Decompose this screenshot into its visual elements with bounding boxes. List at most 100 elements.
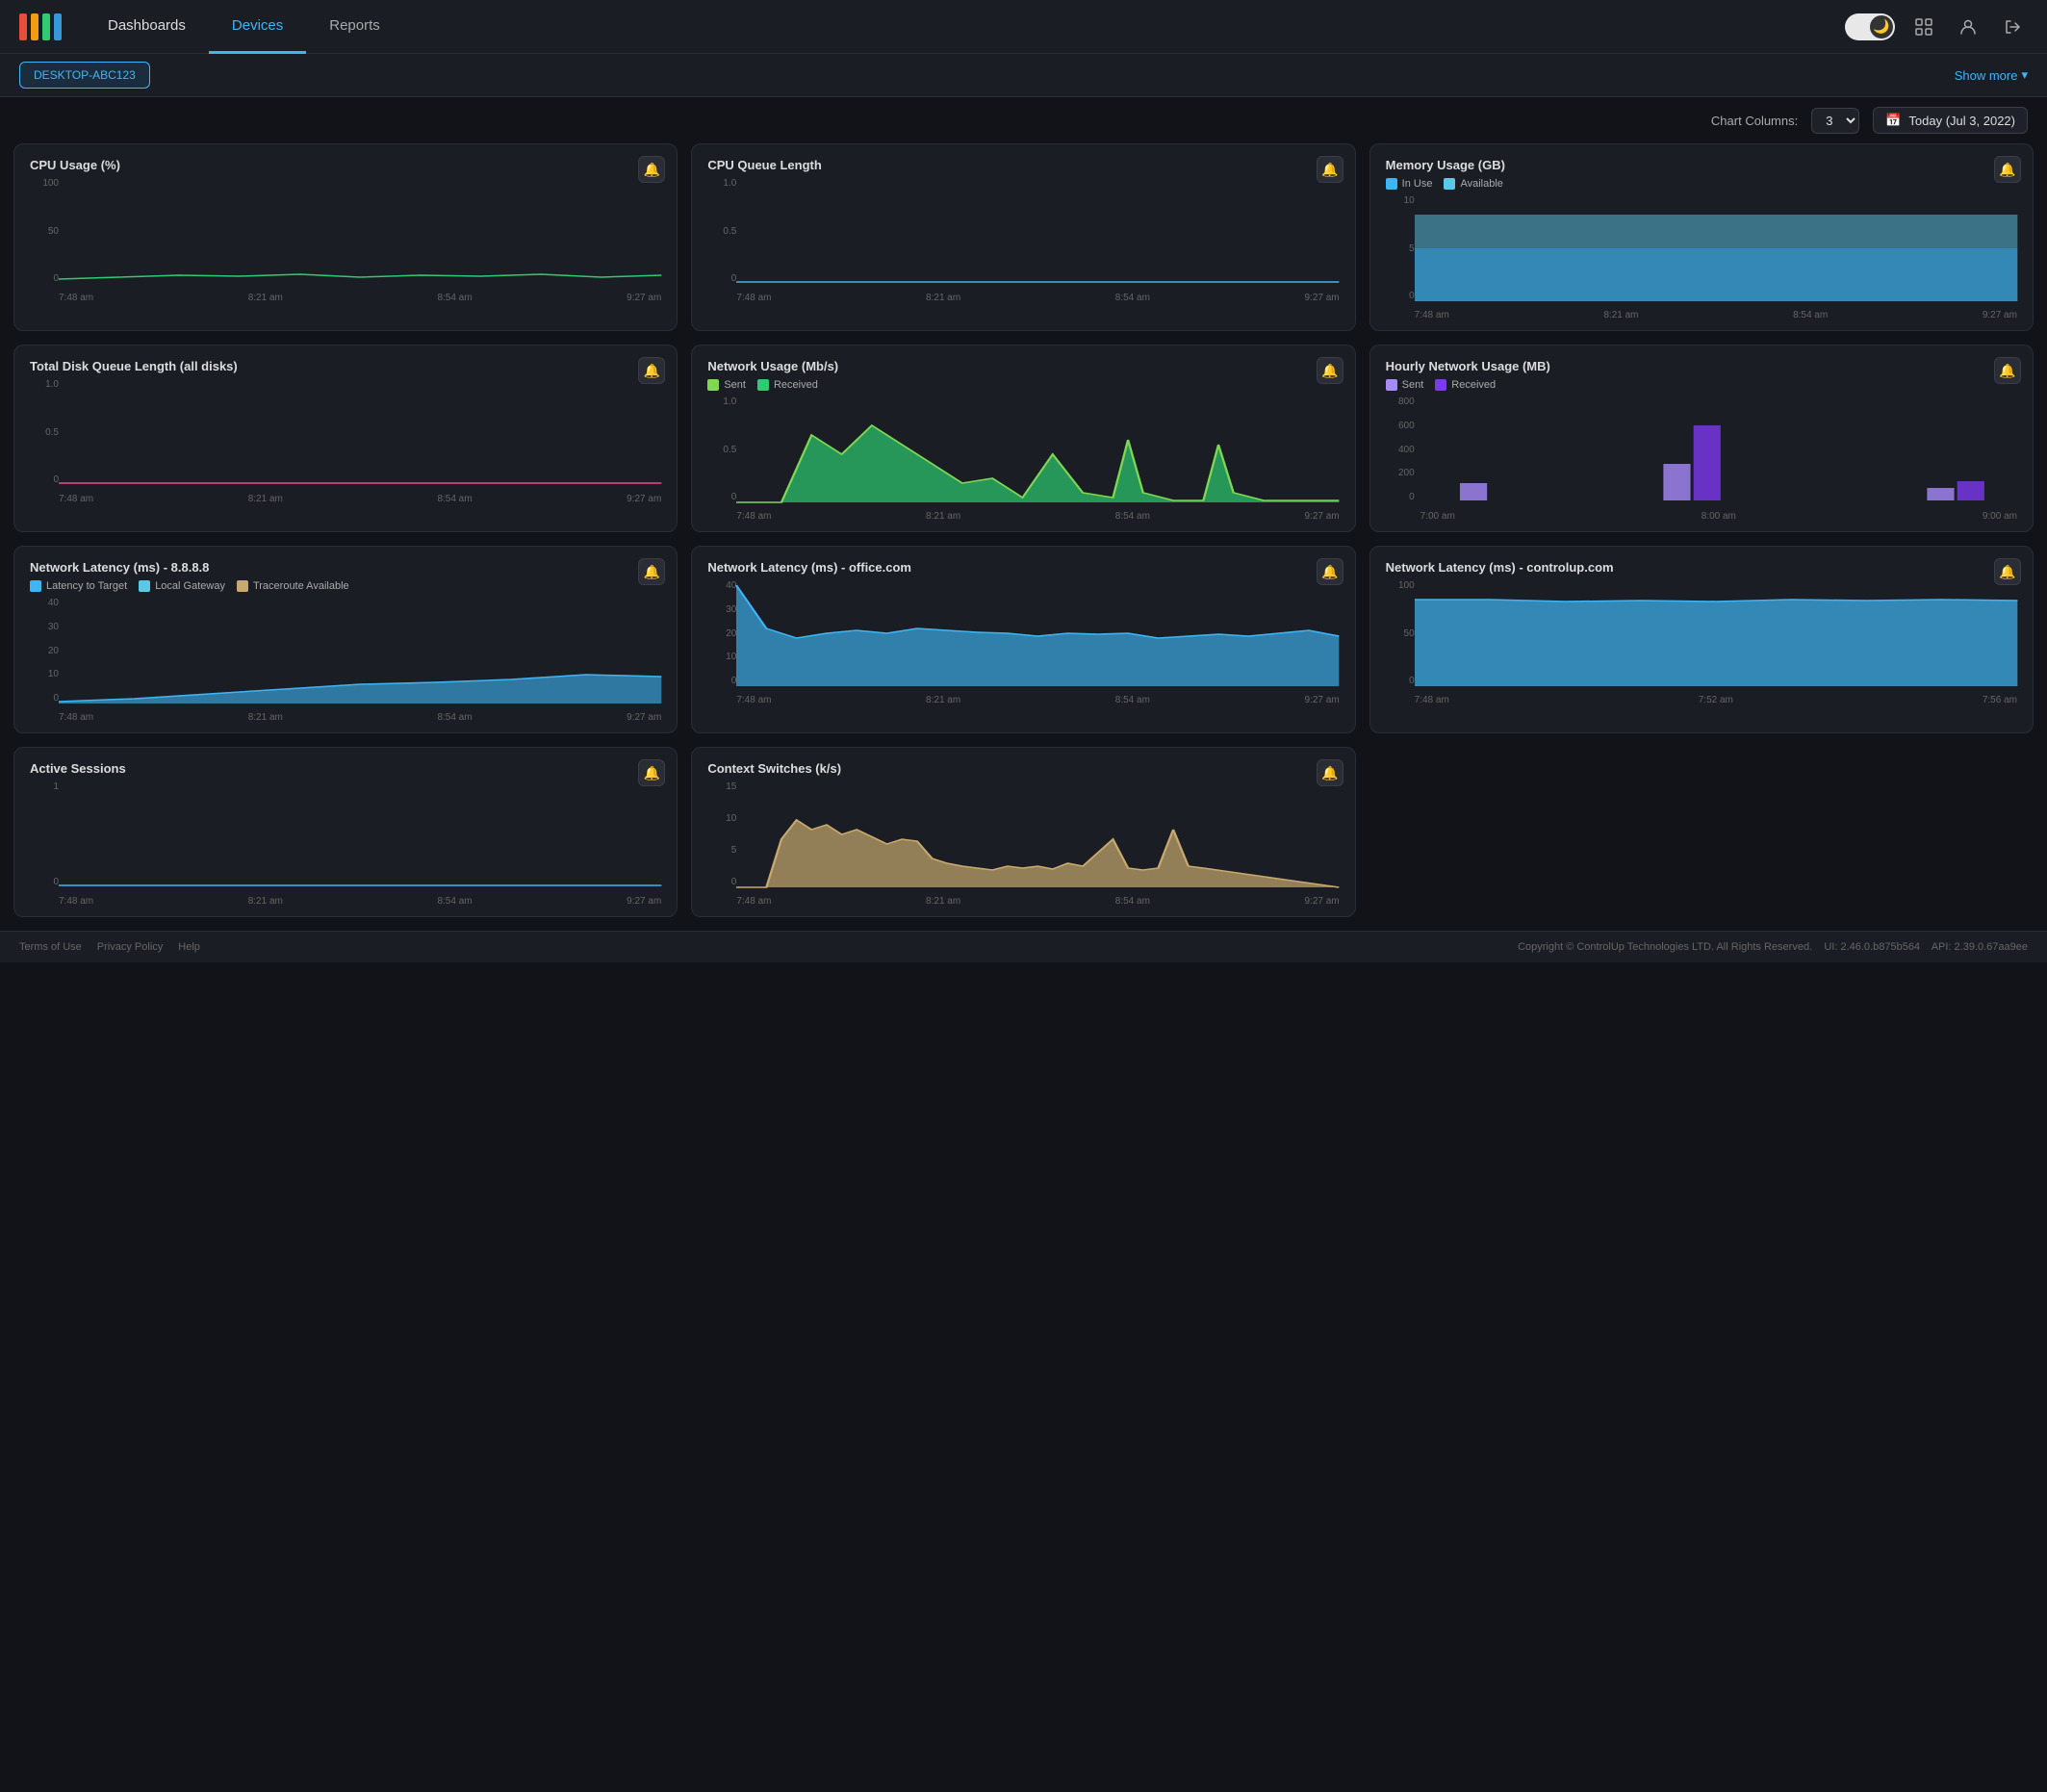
chart-title: CPU Usage (%) — [30, 158, 661, 172]
logo-bar-red — [19, 13, 27, 40]
chart-area: 100 50 0 7:48 am 8:21 am 8:54 am 9:27 am — [30, 178, 661, 303]
calendar-icon: 📅 — [1885, 113, 1901, 128]
alert-bell-button[interactable]: 🔔 — [1994, 357, 2021, 384]
chart-plot — [1415, 195, 2017, 301]
legend-color — [1444, 178, 1455, 190]
navbar: Dashboards Devices Reports 🌙 — [0, 0, 2047, 54]
nav-devices[interactable]: Devices — [209, 0, 306, 54]
logo-bar-orange — [31, 13, 38, 40]
legend-item-traceroute: Traceroute Available — [237, 580, 349, 592]
x-labels: 7:48 am 8:21 am 8:54 am 9:27 am — [1415, 310, 2017, 320]
legend-item-received: Received — [1435, 379, 1496, 391]
chart-area: 1.0 0.5 0 7:48 am 8:21 am 8:54 am 9:27 a… — [707, 178, 1339, 303]
y-labels: 100 50 0 — [1386, 580, 1415, 686]
chart-area: 800 600 400 200 0 7:00 am — [1386, 397, 2017, 522]
help-link[interactable]: Help — [178, 941, 200, 953]
chart-card-active-sessions: Active Sessions 🔔 1 0 7:48 am 8:21 am 8:… — [13, 747, 678, 917]
chart-title: CPU Queue Length — [707, 158, 1339, 172]
columns-label: Chart Columns: — [1711, 114, 1798, 128]
x-labels: 7:48 am 7:52 am 7:56 am — [1415, 695, 2017, 705]
chart-title: Network Latency (ms) - controlup.com — [1386, 560, 2017, 575]
legend-color — [1435, 379, 1446, 391]
x-labels: 7:48 am 8:21 am 8:54 am 9:27 am — [59, 494, 661, 504]
chart-card-latency-controlup: Network Latency (ms) - controlup.com 🔔 1… — [1369, 546, 2034, 733]
chart-plot — [59, 379, 661, 485]
legend-item-available: Available — [1444, 178, 1502, 190]
show-more-button[interactable]: Show more ▾ — [1955, 67, 2028, 83]
privacy-link[interactable]: Privacy Policy — [97, 941, 163, 953]
logout-icon-button[interactable] — [1997, 12, 2028, 42]
chart-legend: Sent Received — [1386, 379, 2017, 391]
legend-color — [139, 580, 150, 592]
chart-title: Context Switches (k/s) — [707, 761, 1339, 776]
y-labels: 1.0 0.5 0 — [30, 379, 59, 485]
x-labels: 7:00 am 8:00 am 9:00 am — [1420, 511, 2017, 522]
y-labels: 40 30 20 10 0 — [30, 598, 59, 704]
alert-bell-button[interactable]: 🔔 — [1994, 156, 2021, 183]
chart-card-network-usage: Network Usage (Mb/s) 🔔 Sent Received 1.0… — [691, 345, 1355, 532]
chart-title: Total Disk Queue Length (all disks) — [30, 359, 661, 373]
nav-reports[interactable]: Reports — [306, 0, 403, 54]
chart-card-memory: Memory Usage (GB) 🔔 In Use Available 10 … — [1369, 143, 2034, 331]
grid-icon-button[interactable] — [1908, 12, 1939, 42]
alert-bell-button[interactable]: 🔔 — [638, 558, 665, 585]
chart-title: Memory Usage (GB) — [1386, 158, 2017, 172]
nav-dashboards[interactable]: Dashboards — [85, 0, 209, 54]
chart-area: 100 50 0 7:48 am 7:52 am 7:56 am — [1386, 580, 2017, 705]
chart-card-hourly-network: Hourly Network Usage (MB) 🔔 Sent Receive… — [1369, 345, 2034, 532]
chart-plot — [1415, 397, 2017, 502]
chart-area: 15 10 5 0 7:48 am 8:21 am 8:54 am 9:27 a… — [707, 781, 1339, 907]
date-picker[interactable]: 📅 Today (Jul 3, 2022) — [1873, 107, 2028, 134]
legend-color — [1386, 379, 1397, 391]
device-bar: DESKTOP-ABC123 Show more ▾ — [0, 54, 2047, 97]
y-labels: 100 50 0 — [30, 178, 59, 284]
chart-area: 10 5 0 7:48 am 8:21 am 8:54 am 9:27 am — [1386, 195, 2017, 320]
chart-title: Network Usage (Mb/s) — [707, 359, 1339, 373]
chart-controls: Chart Columns: 321 📅 Today (Jul 3, 2022) — [0, 97, 2047, 143]
chart-plot — [1415, 580, 2017, 686]
x-labels: 7:48 am 8:21 am 8:54 am 9:27 am — [736, 896, 1339, 907]
chart-plot — [59, 178, 661, 284]
terms-link[interactable]: Terms of Use — [19, 941, 82, 953]
alert-bell-button[interactable]: 🔔 — [1317, 357, 1343, 384]
footer-center: Copyright © ControlUp Technologies LTD. … — [1518, 941, 2028, 953]
legend-item-gateway: Local Gateway — [139, 580, 225, 592]
y-labels: 10 5 0 — [1386, 195, 1415, 301]
legend-item-sent: Sent — [1386, 379, 1424, 391]
x-labels: 7:48 am 8:21 am 8:54 am 9:27 am — [736, 511, 1339, 522]
chart-title: Active Sessions — [30, 761, 661, 776]
device-chip[interactable]: DESKTOP-ABC123 — [19, 62, 150, 89]
legend-item-in-use: In Use — [1386, 178, 1433, 190]
chart-legend: Latency to Target Local Gateway Tracerou… — [30, 580, 661, 592]
theme-toggle[interactable]: 🌙 — [1845, 13, 1895, 40]
chart-plot — [736, 580, 1339, 686]
user-icon-button[interactable] — [1953, 12, 1983, 42]
y-labels: 1 0 — [30, 781, 59, 887]
legend-color — [1386, 178, 1397, 190]
x-labels: 7:48 am 8:21 am 8:54 am 9:27 am — [59, 712, 661, 723]
legend-color — [30, 580, 41, 592]
x-labels: 7:48 am 8:21 am 8:54 am 9:27 am — [59, 896, 661, 907]
chart-plot — [736, 178, 1339, 284]
chart-title: Network Latency (ms) - 8.8.8.8 — [30, 560, 661, 575]
chart-card-context-switches: Context Switches (k/s) 🔔 15 10 5 0 7:48 … — [691, 747, 1355, 917]
chart-columns-select[interactable]: 321 — [1811, 108, 1859, 134]
chart-area: 1.0 0.5 0 7:48 am 8:21 am 8:54 am 9:27 a… — [707, 397, 1339, 522]
chart-legend: Sent Received — [707, 379, 1339, 391]
chevron-down-icon: ▾ — [2021, 67, 2028, 83]
legend-item-latency: Latency to Target — [30, 580, 127, 592]
chart-plot — [59, 598, 661, 704]
chart-area: 40 30 20 10 0 7:48 am 8:21 am 8:54 am 9:… — [30, 598, 661, 723]
chart-card-latency-office: Network Latency (ms) - office.com 🔔 40 3… — [691, 546, 1355, 733]
y-labels: 1.0 0.5 0 — [707, 397, 736, 502]
chart-area: 40 30 20 10 0 7:48 am 8:21 am 8:54 am 9:… — [707, 580, 1339, 705]
chart-plot — [59, 781, 661, 887]
legend-item-sent: Sent — [707, 379, 746, 391]
logo — [19, 13, 62, 40]
logo-bar-blue — [54, 13, 62, 40]
legend-item-received: Received — [757, 379, 818, 391]
x-labels: 7:48 am 8:21 am 8:54 am 9:27 am — [59, 293, 661, 303]
chart-grid: CPU Usage (%) 🔔 100 50 0 7:48 am 8:21 am… — [0, 143, 2047, 931]
nav-links: Dashboards Devices Reports — [85, 0, 1845, 54]
chart-title: Hourly Network Usage (MB) — [1386, 359, 2017, 373]
